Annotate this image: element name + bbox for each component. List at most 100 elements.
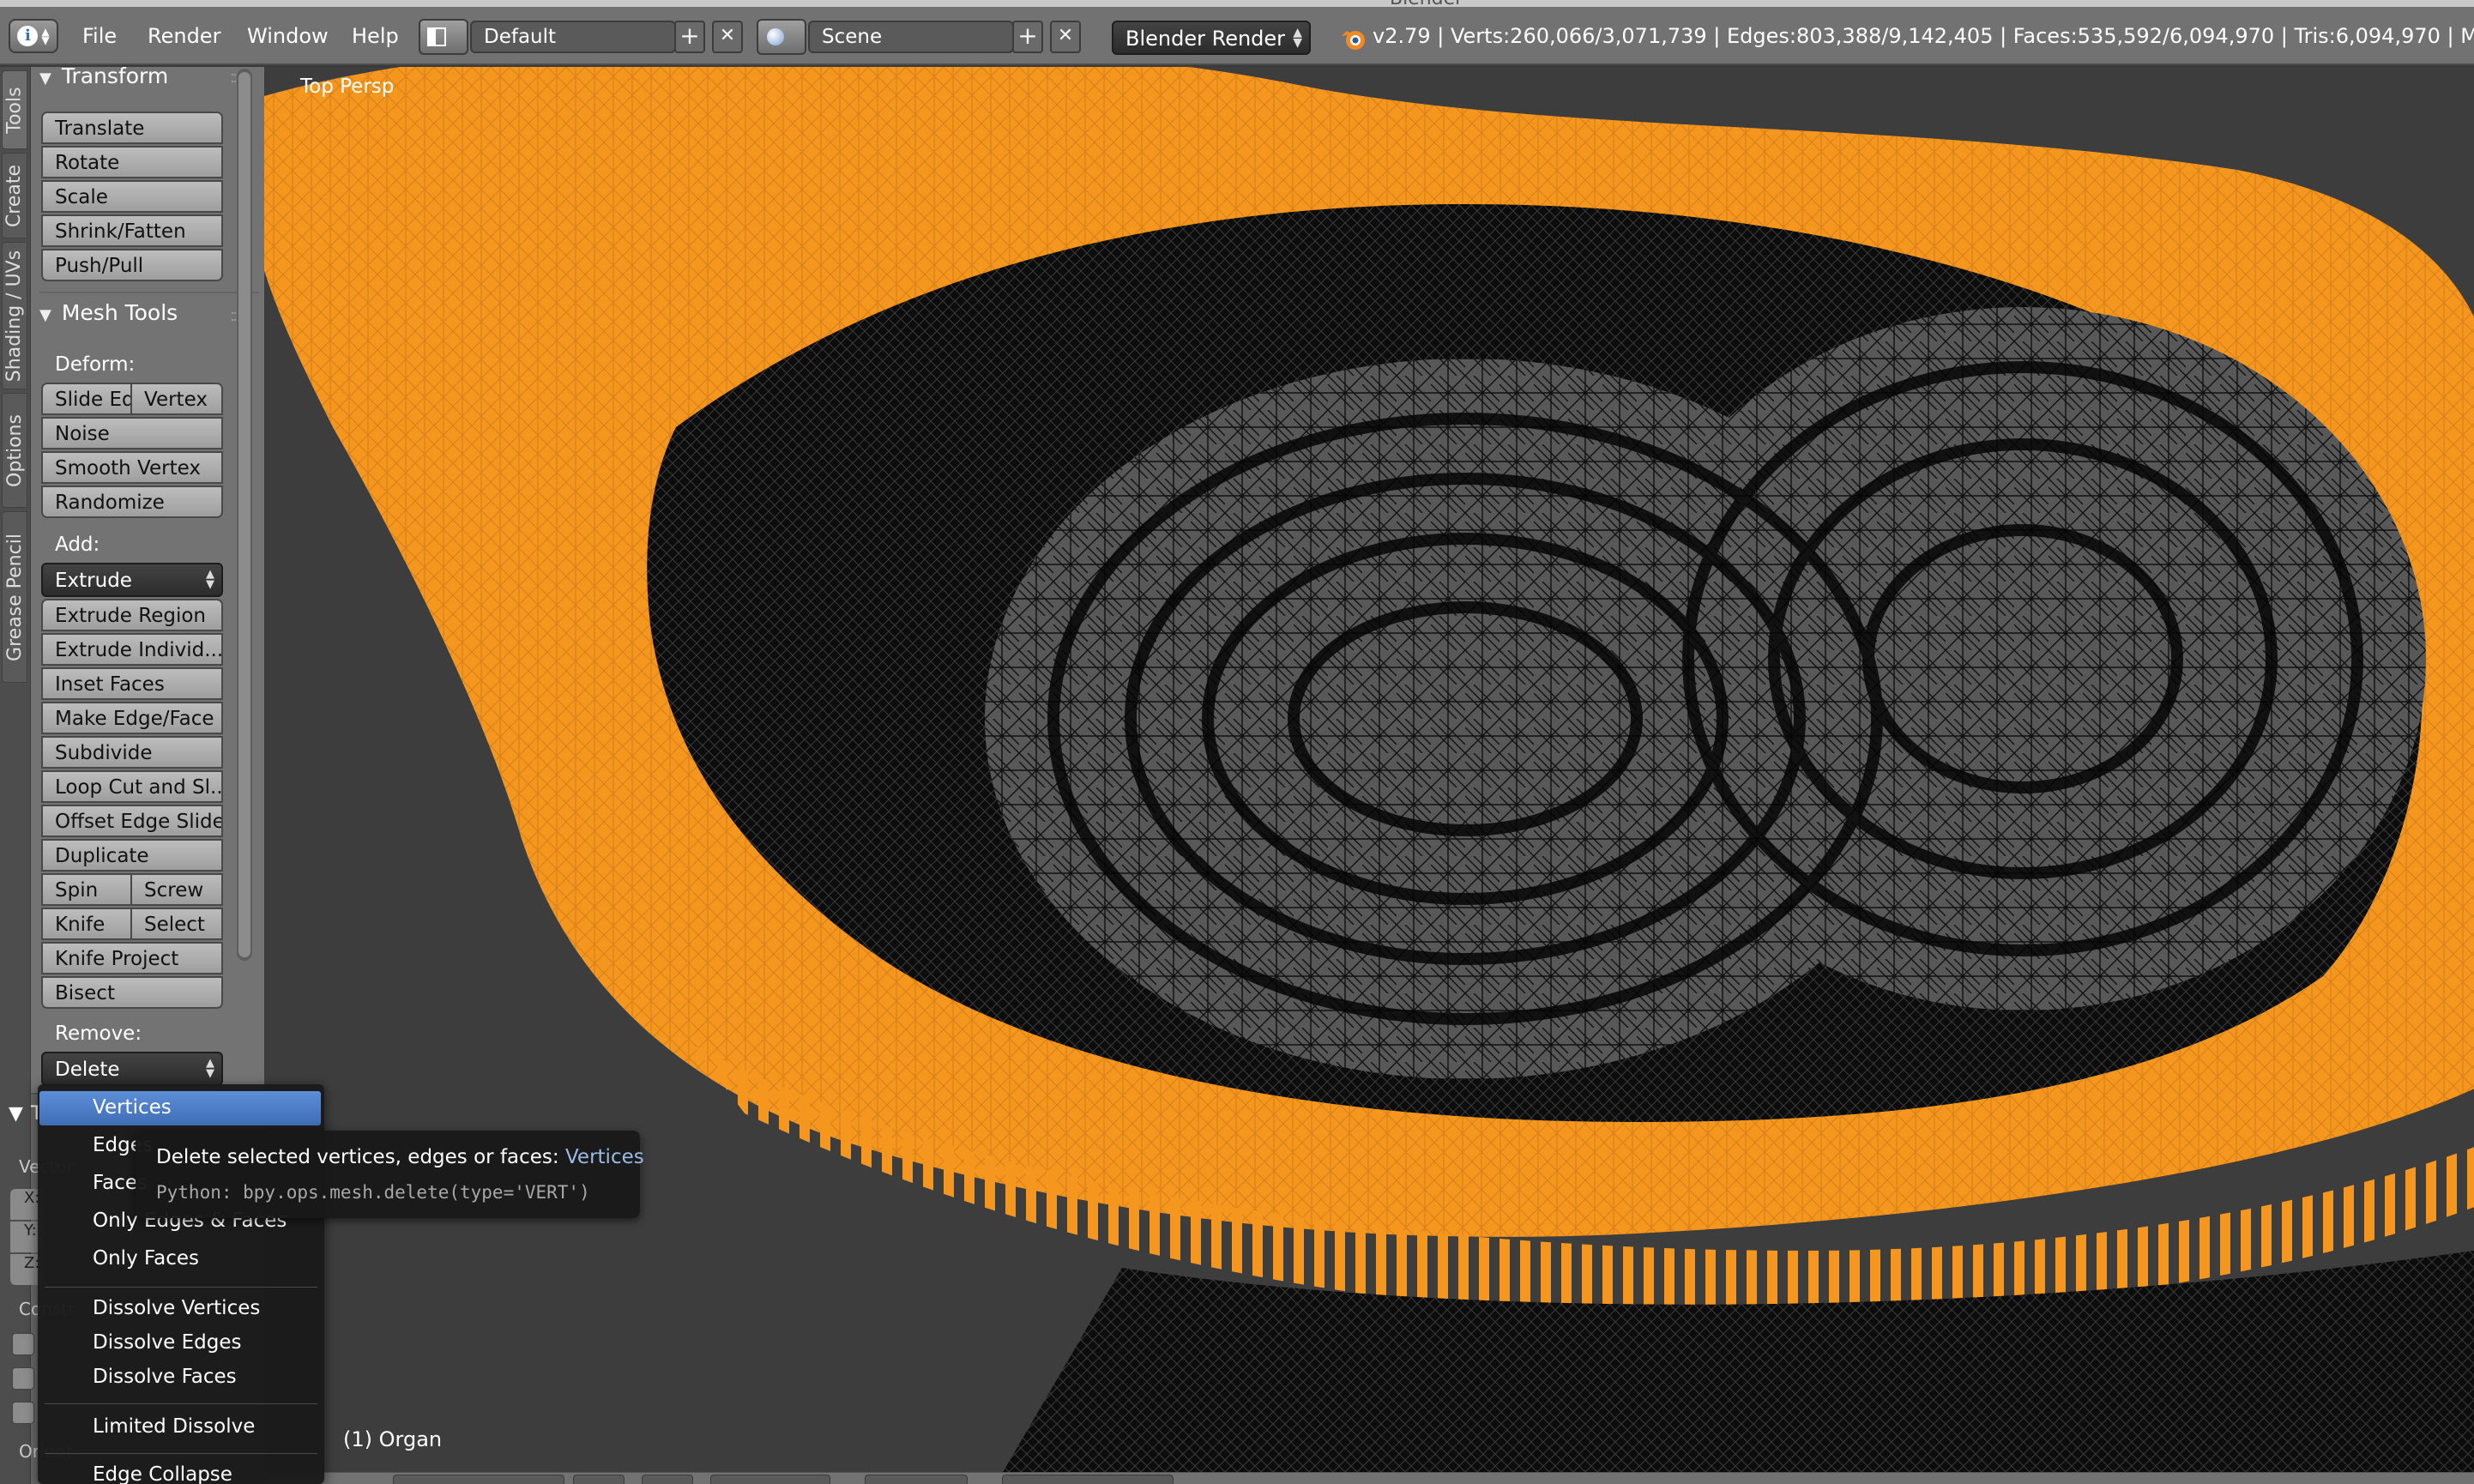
updown-arrows-icon: ▲ ▼ [206,1057,214,1080]
knife-project-button[interactable]: Knife Project [41,942,223,974]
shading-selector[interactable] [573,1475,625,1484]
transform-panel-header[interactable]: ▼ Transform [39,63,168,88]
screen-layout-selector[interactable] [419,19,468,55]
scrollbar-thumb[interactable] [238,72,250,957]
viewport-view-name: Top Persp [300,75,395,98]
panel-separator [39,292,259,293]
dissolve-faces-item[interactable]: Dissolve Faces [39,1360,321,1395]
make-edge-face-button[interactable]: Make Edge/Face [41,702,223,734]
updown-arrows-icon: ▲ ▼ [41,26,50,46]
extrude-dropdown[interactable]: Extrude ▲ ▼ [41,563,223,597]
mode-selector[interactable] [393,1475,564,1484]
constraint-x-checkbox[interactable] [12,1333,34,1355]
collapse-triangle-icon: ▼ [39,69,51,87]
delete-dropdown-label: Delete [55,1059,120,1081]
inset-faces-button[interactable]: Inset Faces [41,667,223,700]
3d-viewport[interactable]: Top Persp (1) Organ [264,67,2474,1474]
delete-dropdown[interactable]: Delete ▲ ▼ [41,1052,223,1086]
slide-edge-button[interactable]: Slide Ed [41,383,132,415]
shrink-fatten-button[interactable]: Shrink/Fatten [41,214,223,247]
vector-y-label: Y: [24,1222,37,1240]
extrude-region-button[interactable]: Extrude Region [41,599,223,631]
scene-icon [767,28,784,45]
menu-help[interactable]: Help [352,24,399,48]
operator-tooltip: Delete selected vertices, edges or faces… [136,1131,644,1218]
menu-separator [45,1287,317,1288]
add-label: Add: [55,534,100,556]
delete-vertices-item[interactable]: Vertices [39,1091,321,1125]
smooth-vertex-button[interactable]: Smooth Vertex [41,451,223,484]
transform-orientation-selector[interactable] [710,1475,830,1484]
tab-shading-uvs[interactable]: Shading / UVs [2,242,27,389]
mesh-render [264,67,2474,1474]
vector-z-label: Z: [24,1254,40,1272]
delete-layout-button[interactable]: ✕ [712,21,743,53]
duplicate-button[interactable]: Duplicate [41,839,223,872]
translate-button[interactable]: Translate [41,112,223,144]
menu-render[interactable]: Render [148,24,220,48]
noise-button[interactable]: Noise [41,417,223,449]
limited-dissolve-item[interactable]: Limited Dissolve [39,1410,321,1445]
screw-button[interactable]: Screw [130,873,223,906]
tab-grease-pencil[interactable]: Grease Pencil [2,511,27,683]
info-icon: i [17,26,39,46]
offset-edge-slide-button[interactable]: Offset Edge Slide [41,805,223,837]
dissolve-edges-item[interactable]: Dissolve Edges [39,1326,321,1360]
blender-logo-icon [1342,31,1365,50]
menu-separator [45,1453,317,1454]
constraint-y-checkbox[interactable] [12,1367,34,1390]
render-engine-label: Blender Render [1125,27,1286,51]
delete-scene-button[interactable]: ✕ [1050,21,1081,53]
tab-create[interactable]: Create [2,153,27,238]
edge-collapse-item[interactable]: Edge Collapse [39,1458,321,1484]
constraint-z-checkbox[interactable] [12,1402,34,1424]
updown-arrows-icon: ▲ ▼ [1293,26,1302,50]
menu-window[interactable]: Window [247,24,329,48]
pivot-selector[interactable] [642,1475,693,1484]
rotate-button[interactable]: Rotate [41,146,223,178]
slide-vertex-button[interactable]: Vertex [130,383,223,415]
add-scene-button[interactable]: + [1012,21,1043,53]
menu-file[interactable]: File [82,24,117,48]
knife-button[interactable]: Knife [41,908,132,940]
push-pull-button[interactable]: Push/Pull [41,249,223,281]
render-engine-dropdown[interactable]: Blender Render ▲ ▼ [1112,21,1311,55]
mesh-tools-panel-header[interactable]: ▼ Mesh Tools [39,300,178,325]
select-mode-buttons[interactable] [865,1475,968,1484]
tab-tools[interactable]: Tools [2,70,27,149]
tab-options[interactable]: Options [2,393,27,508]
layout-grid-icon [427,27,446,46]
tab-create-label: Create [3,164,26,227]
add-layout-button[interactable]: + [674,21,705,53]
screen-layout-field[interactable]: Default [470,21,676,53]
tooltip-value: Vertices [564,1146,644,1168]
organ-right-lobe [1620,307,2426,1010]
subdivide-button[interactable]: Subdivide [41,736,223,769]
delete-only-faces-item[interactable]: Only Faces [39,1242,321,1276]
randomize-button[interactable]: Randomize [41,486,223,518]
menu-separator [45,1403,317,1404]
tooltip-description: Delete selected vertices, edges or faces… [156,1146,559,1168]
snap-buttons[interactable] [1002,1475,1174,1484]
operator-panel-collapse-icon[interactable]: ▼ [9,1103,23,1125]
scene-selector[interactable] [757,19,806,55]
dissolve-vertices-item[interactable]: Dissolve Vertices [39,1292,321,1326]
deform-label: Deform: [55,353,136,376]
knife-select-button[interactable]: Select [130,908,223,940]
scale-button[interactable]: Scale [41,180,223,213]
bisect-button[interactable]: Bisect [41,976,223,1009]
scene-statistics: v2.79 | Verts:260,066/3,071,739 | Edges:… [1373,24,2474,48]
spin-button[interactable]: Spin [41,873,132,906]
info-header: i ▲ ▼ File Render Window Help Default + ✕… [0,7,2474,65]
extrude-individual-button[interactable]: Extrude Individ... [41,633,223,666]
editor-type-button[interactable]: i ▲ ▼ [9,19,58,53]
tab-options-label: Options [3,413,26,487]
loop-cut-and-slide-button[interactable]: Loop Cut and Sl... [41,770,223,803]
extrude-dropdown-label: Extrude [55,570,132,592]
scene-field[interactable]: Scene [808,21,1014,53]
tab-grease-pencil-label: Grease Pencil [3,533,26,661]
toolshelf-scrollbar[interactable] [237,69,252,961]
active-object-label: (1) Organ [343,1427,443,1451]
tab-tools-label: Tools [3,86,26,134]
tooltip-description-line: Delete selected vertices, edges or faces… [156,1146,644,1168]
